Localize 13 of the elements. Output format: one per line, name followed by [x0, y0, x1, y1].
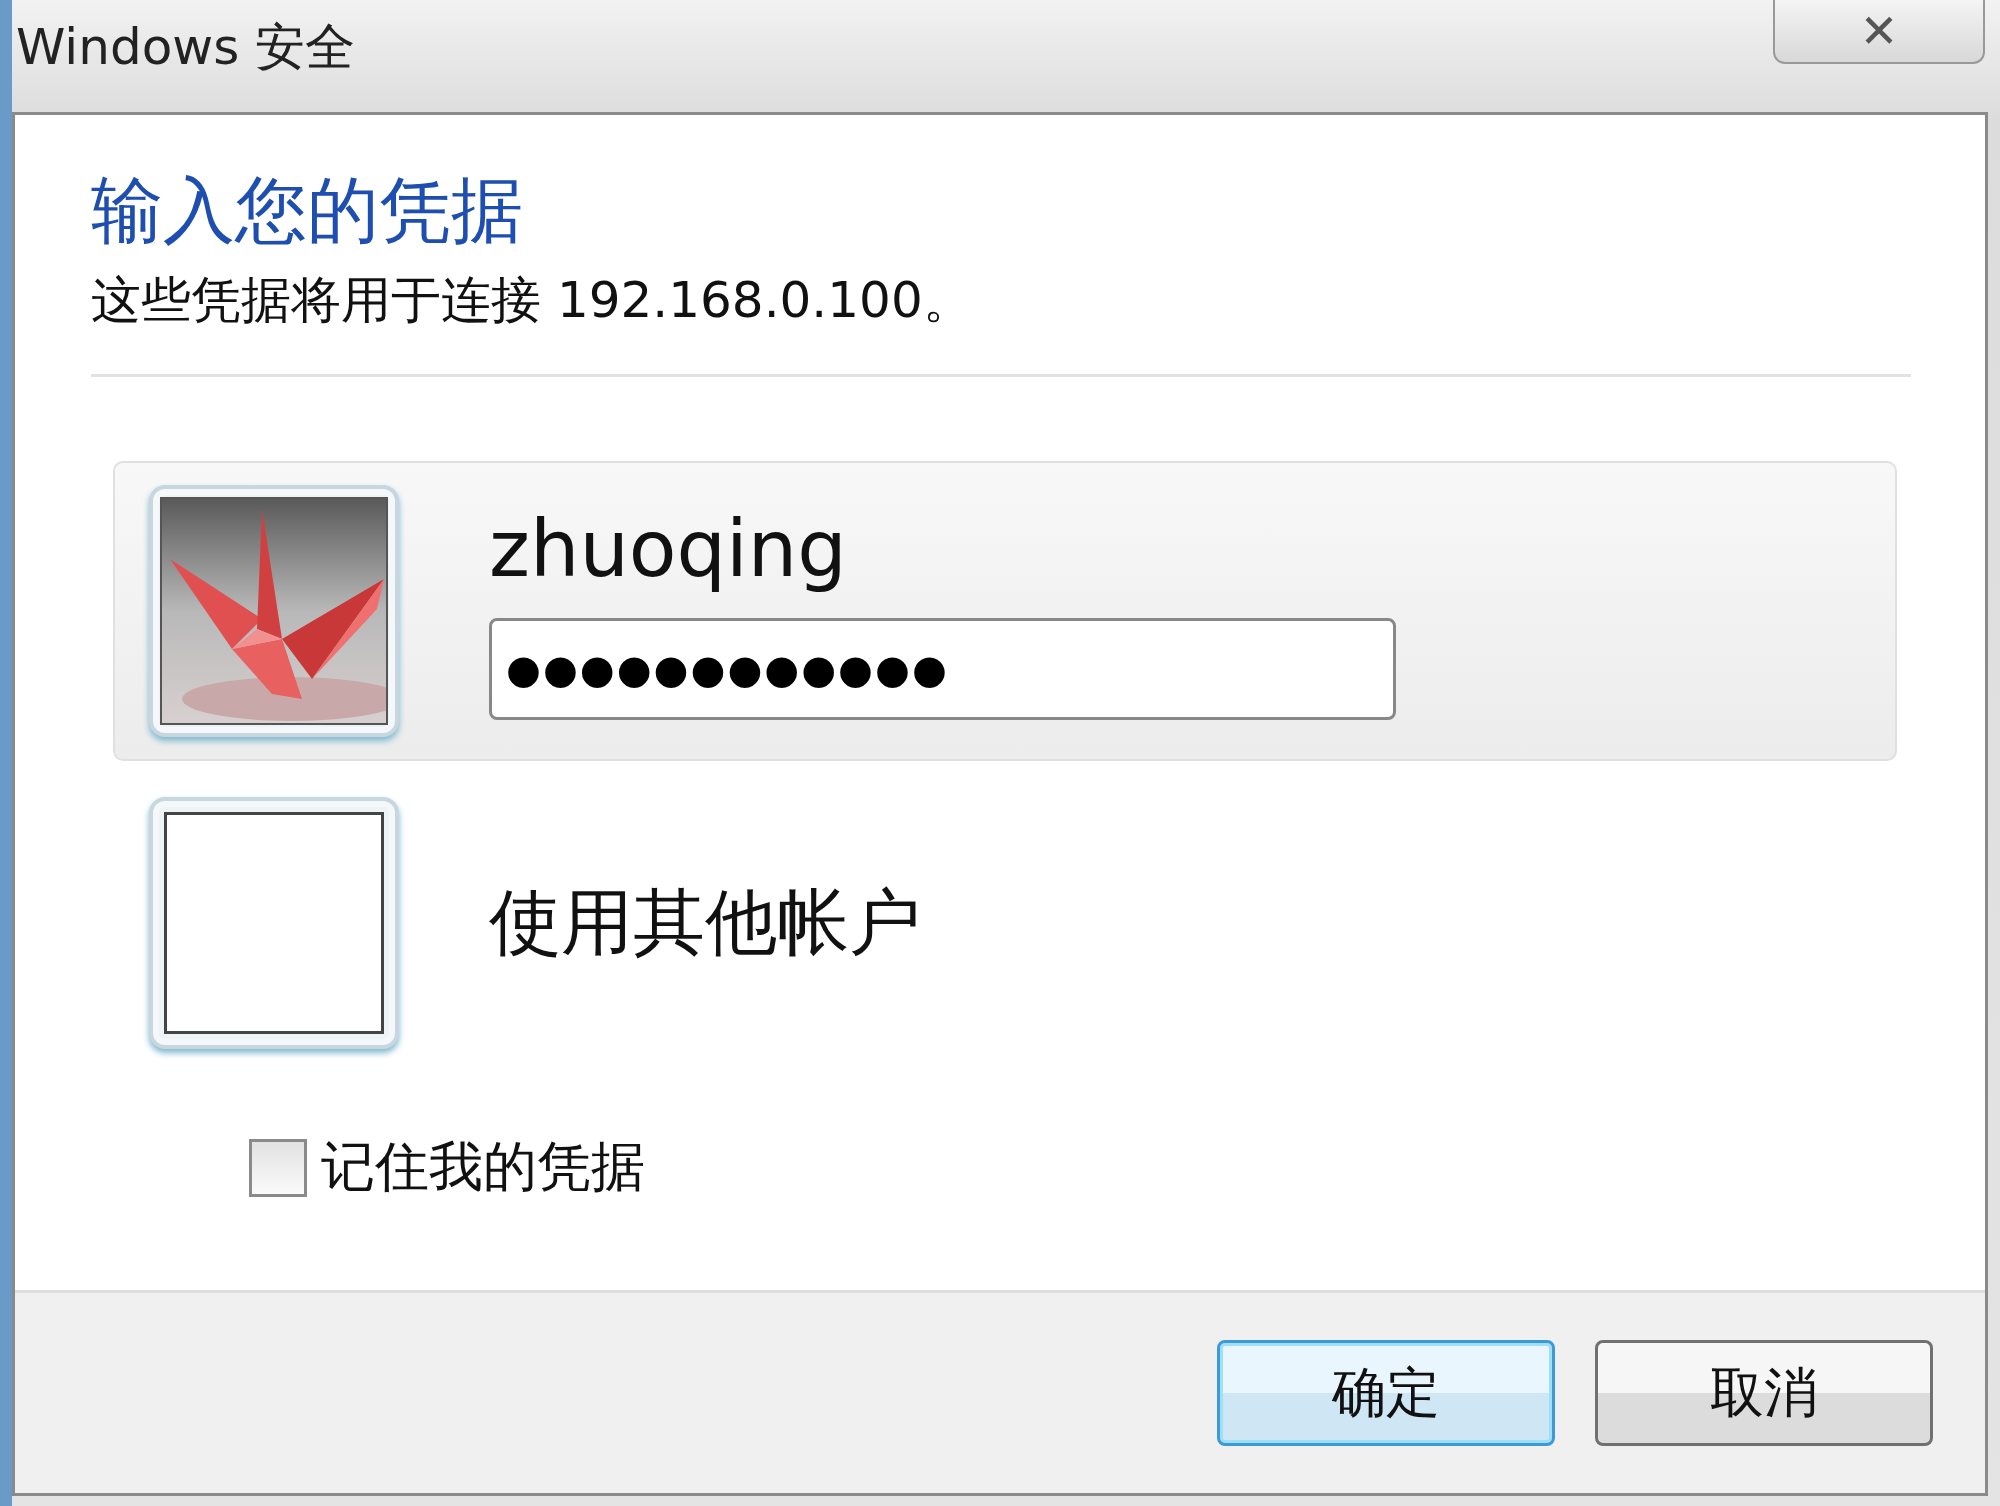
cancel-button[interactable]: 取消 [1595, 1340, 1933, 1446]
window-title: Windows 安全 [16, 17, 356, 78]
remember-label: 记住我的凭据 [321, 1134, 645, 1201]
ok-button[interactable]: 确定 [1217, 1340, 1555, 1446]
dialog-subtitle: 这些凭据将用于连接 192.168.0.100。 [91, 270, 974, 332]
user-name: zhuoqing [489, 502, 848, 596]
account-tile[interactable]: zhuoqing ●●●●●●●●●●●● [113, 461, 1897, 762]
password-field[interactable]: ●●●●●●●●●●●● [489, 618, 1396, 721]
dialog-heading: 输入您的凭据 [91, 167, 524, 254]
close-button[interactable]: ✕ [1773, 0, 1985, 64]
remember-checkbox[interactable] [249, 1138, 307, 1197]
account-tile[interactable]: 使用其他帐户 [113, 773, 1897, 1074]
other-account-label: 使用其他帐户 [489, 879, 921, 967]
